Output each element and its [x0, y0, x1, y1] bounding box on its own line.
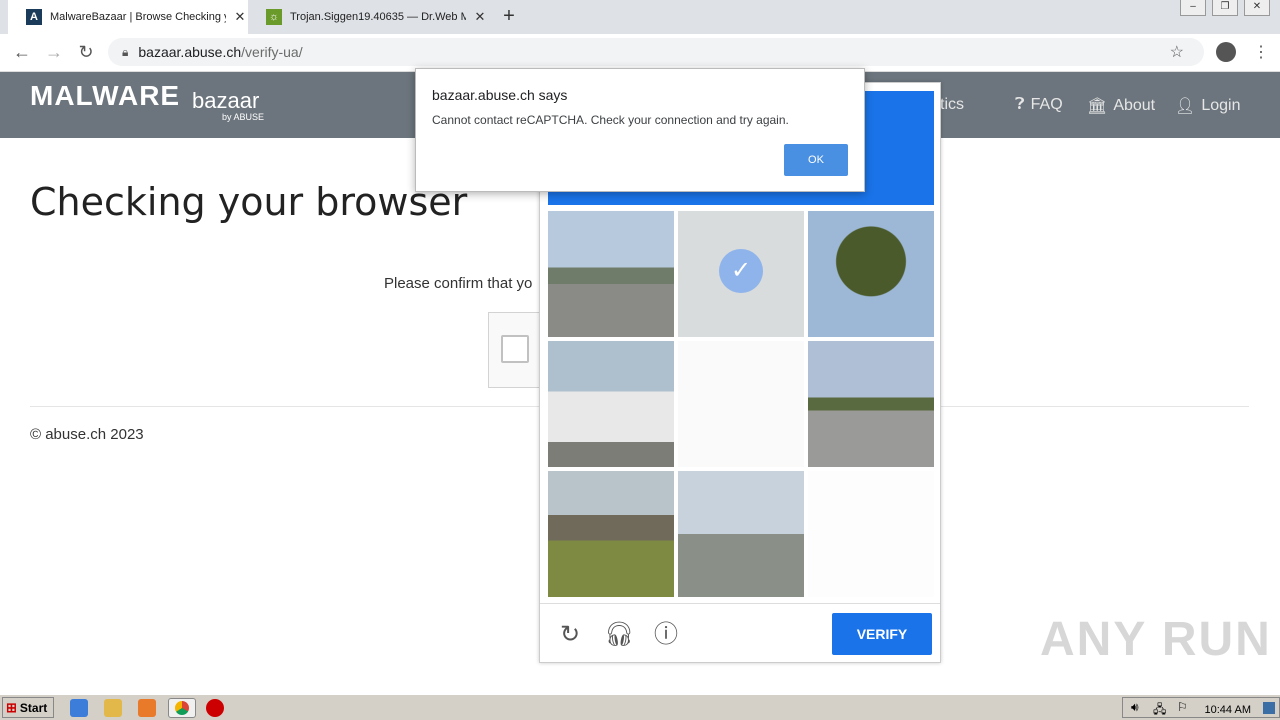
captcha-tile-7[interactable] [548, 471, 674, 597]
tab-drweb[interactable]: ☼ Trojan.Siggen19.40635 — Dr.Web M ✕ [248, 0, 488, 34]
alert-dialog: bazaar.abuse.ch says Cannot contact reCA… [415, 68, 865, 192]
tab-strip: A MalwareBazaar | Browse Checking y ✕ ☼ … [0, 0, 1280, 34]
dialog-message: Cannot contact reCAPTCHA. Check your con… [432, 113, 789, 127]
nav-about[interactable]: 🏛︎ About [1087, 96, 1155, 116]
window-controls: – ❐ ✕ [1180, 0, 1270, 16]
info-icon[interactable]: ⓘ [652, 621, 680, 649]
flag-icon[interactable]: ⚐ [1177, 700, 1188, 714]
network-icon[interactable]: 🖧 [1153, 700, 1166, 720]
captcha-tile-5[interactable] [678, 341, 804, 467]
start-button[interactable]: ⊞ Start [2, 697, 54, 718]
logo-bazaar[interactable]: bazaar [192, 88, 259, 114]
clock: 10:44 AM [1204, 704, 1251, 716]
close-tab-icon[interactable]: ✕ [472, 9, 488, 25]
question-icon: ❓︎ [1015, 96, 1025, 113]
internet-explorer-icon[interactable] [70, 699, 88, 717]
forward-icon[interactable]: → [42, 40, 66, 64]
captcha-tile-2[interactable]: ✓ [678, 211, 804, 337]
back-icon[interactable]: ← [10, 40, 34, 64]
dialog-ok-button[interactable]: OK [784, 144, 848, 176]
anyrun-watermark: ANY RUN [1040, 613, 1272, 666]
address-bar[interactable]: 🔒︎ bazaar.abuse.ch/verify-ua/ ☆ [108, 38, 1204, 66]
new-tab-button[interactable]: + [498, 5, 520, 27]
stop-icon[interactable] [206, 699, 224, 717]
user-icon: 👤︎ [1175, 98, 1196, 115]
close-tab-icon[interactable]: ✕ [232, 9, 248, 25]
nav-faq-label: FAQ [1030, 96, 1063, 113]
url-host: bazaar.abuse.ch [138, 44, 242, 60]
building-icon: 🏛︎ [1087, 98, 1108, 115]
show-desktop-icon[interactable] [1263, 702, 1275, 714]
chrome-taskbar-icon[interactable] [168, 698, 196, 718]
captcha-tile-8[interactable] [678, 471, 804, 597]
nav-login[interactable]: 👤︎ Login [1175, 96, 1240, 116]
tab-title: MalwareBazaar | Browse Checking y [50, 11, 226, 23]
page-title: Checking your browser [30, 180, 468, 224]
malwarebazaar-favicon-icon: A [26, 9, 42, 25]
taskbar: ⊞ Start 🔊︎ 🖧 ⚐ 10:44 AM [0, 694, 1280, 720]
audio-headphones-icon[interactable]: 🎧︎ [604, 621, 634, 649]
nav-login-label: Login [1201, 97, 1241, 114]
confirm-text: Please confirm that yo [384, 275, 533, 292]
footer-copyright: © abuse.ch 2023 [30, 426, 144, 443]
media-player-icon[interactable] [138, 699, 156, 717]
captcha-tile-1[interactable] [548, 211, 674, 337]
challenge-footer-divider [540, 603, 940, 604]
dialog-title: bazaar.abuse.ch says [432, 87, 568, 103]
browser-toolbar: ← → ↻ 🔒︎ bazaar.abuse.ch/verify-ua/ ☆ [0, 34, 1280, 72]
nav-about-label: About [1113, 97, 1156, 114]
selected-check-icon: ✓ [719, 249, 763, 293]
reload-challenge-icon[interactable]: ↻ [556, 621, 584, 649]
drweb-favicon-icon: ☼ [266, 9, 282, 25]
browser-menu-icon[interactable]: ⋮ [1253, 42, 1269, 62]
windows-flag-icon: ⊞ [6, 699, 17, 715]
captcha-tile-9[interactable] [808, 471, 934, 597]
logo-by-abuse: by ABUSE [222, 112, 265, 122]
tab-malwarebazaar[interactable]: A MalwareBazaar | Browse Checking y ✕ [8, 0, 248, 34]
system-tray: 🔊︎ 🖧 ⚐ 10:44 AM [1122, 697, 1280, 718]
bookmark-star-icon[interactable]: ☆ [1170, 42, 1184, 62]
restore-button[interactable]: ❐ [1212, 0, 1238, 16]
recaptcha-checkbox[interactable] [501, 335, 529, 363]
captcha-tile-4[interactable] [548, 341, 674, 467]
lock-icon: 🔒︎ [122, 44, 129, 59]
reload-icon[interactable]: ↻ [74, 40, 98, 64]
captcha-tile-6[interactable] [808, 341, 934, 467]
start-label: Start [19, 700, 48, 715]
close-window-button[interactable]: ✕ [1244, 0, 1270, 16]
logo-malware[interactable]: MALWARE [30, 80, 180, 112]
volume-icon[interactable]: 🔊︎ [1131, 700, 1139, 715]
nav-faq[interactable]: ❓︎ FAQ [1015, 96, 1063, 114]
minimize-button[interactable]: – [1180, 0, 1206, 16]
file-explorer-icon[interactable] [104, 699, 122, 717]
tab-title: Trojan.Siggen19.40635 — Dr.Web M [290, 11, 466, 23]
profile-avatar-icon[interactable] [1216, 42, 1236, 62]
captcha-tile-3[interactable] [808, 211, 934, 337]
url-path: /verify-ua/ [241, 44, 303, 60]
verify-button[interactable]: VERIFY [832, 613, 932, 655]
